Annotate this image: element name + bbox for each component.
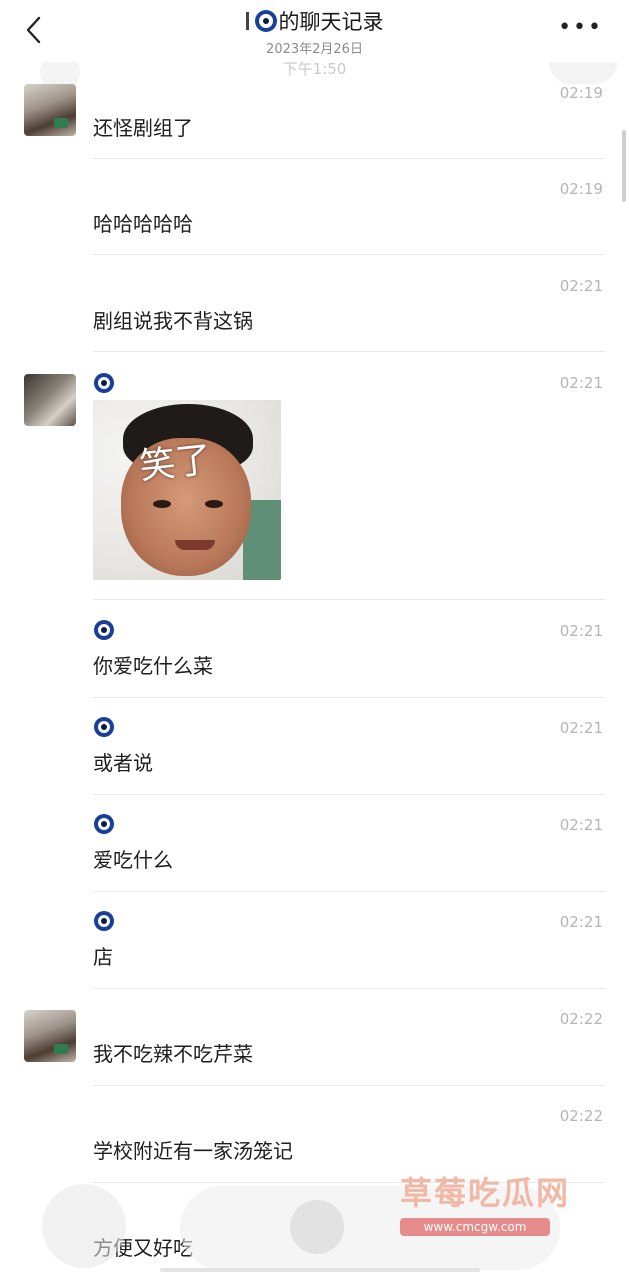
home-indicator[interactable] xyxy=(160,1268,480,1272)
evil-eye-icon xyxy=(254,10,277,32)
watermark-url: www.cmcgw.com xyxy=(400,1218,550,1236)
evil-eye-icon xyxy=(94,717,114,737)
chat-date: 2023年2月26日 xyxy=(266,42,363,57)
message-text: 还怪剧组了 xyxy=(93,116,193,140)
ghost-subtitle: 下午1:50 xyxy=(282,60,347,78)
chat-history-header: 的聊天记录 2023年2月26日 ••• xyxy=(0,0,629,62)
divider xyxy=(93,1085,605,1086)
sticker-mouth xyxy=(175,540,215,550)
message-text: 学校附近有一家汤笼记 xyxy=(93,1139,293,1163)
scrollbar-thumb[interactable] xyxy=(622,130,626,202)
page-title-text: 的聊天记录 xyxy=(278,10,384,34)
message-time: 02:21 xyxy=(559,277,603,295)
divider xyxy=(93,794,605,795)
avatar[interactable] xyxy=(24,1010,76,1062)
message-time: 02:21 xyxy=(559,913,603,931)
message-time: 02:21 xyxy=(559,719,603,737)
message-time: 02:22 xyxy=(559,1107,603,1125)
divider xyxy=(93,254,605,255)
divider xyxy=(93,158,605,159)
divider xyxy=(93,599,605,600)
sticker-image[interactable]: 笑了 xyxy=(93,400,281,580)
message-time: 02:22 xyxy=(559,1010,603,1028)
message-text: 店 xyxy=(93,945,113,969)
page-title: 的聊天记录 xyxy=(245,6,384,36)
message-text: 剧组说我不背这锅 xyxy=(93,309,253,333)
message-text: 或者说 xyxy=(93,751,153,775)
more-options-button[interactable]: ••• xyxy=(558,17,603,39)
message-time: 02:21 xyxy=(559,816,603,834)
watermark: 草莓吃瓜网 www.cmcgw.com xyxy=(400,1168,570,1236)
watermark-title: 草莓吃瓜网 xyxy=(400,1174,571,1212)
divider xyxy=(93,988,605,989)
message-text: 我不吃辣不吃芹菜 xyxy=(93,1042,253,1066)
message-text: 爱吃什么 xyxy=(93,848,173,872)
ghost-circle-button xyxy=(42,1184,126,1268)
ghost-dot xyxy=(290,1200,344,1254)
evil-eye-icon xyxy=(94,620,114,640)
divider xyxy=(93,891,605,892)
message-text: 你爱吃什么菜 xyxy=(93,654,213,678)
avatar[interactable] xyxy=(24,84,76,136)
title-glyph-fragment xyxy=(245,12,249,30)
message-time: 02:21 xyxy=(559,374,603,392)
sticker-eye xyxy=(153,500,171,508)
evil-eye-icon xyxy=(94,814,114,834)
message-time: 02:19 xyxy=(559,180,603,198)
evil-eye-icon xyxy=(94,373,114,393)
divider xyxy=(93,351,605,352)
message-time: 02:19 xyxy=(559,84,603,102)
sticker-eye xyxy=(205,500,223,508)
divider xyxy=(93,697,605,698)
evil-eye-icon xyxy=(94,911,114,931)
message-text: 哈哈哈哈哈 xyxy=(93,212,193,236)
sticker-caption: 笑了 xyxy=(137,439,214,488)
avatar[interactable] xyxy=(24,374,76,426)
message-time: 02:21 xyxy=(559,622,603,640)
